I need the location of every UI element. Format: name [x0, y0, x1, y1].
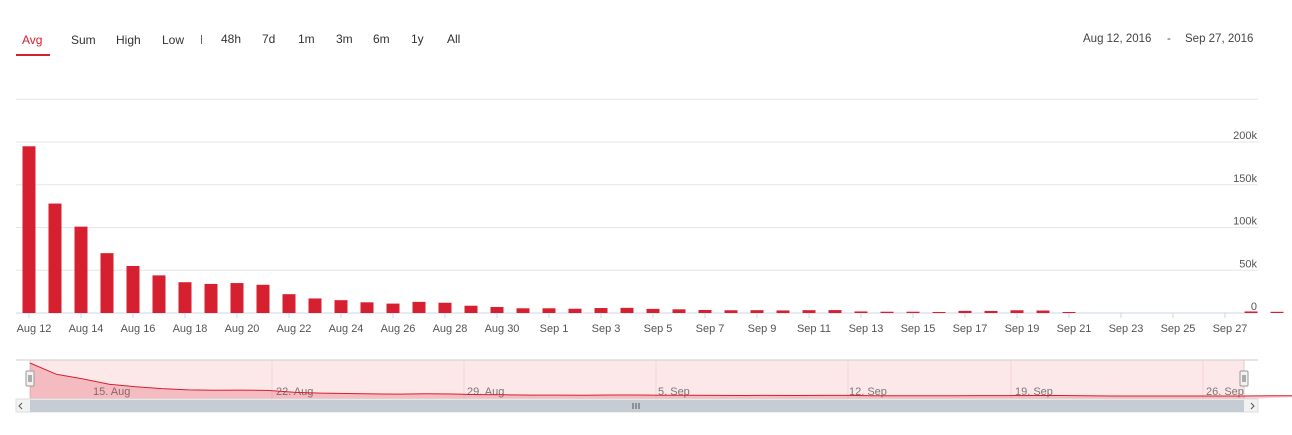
bar — [802, 310, 816, 313]
bar — [360, 302, 374, 313]
x-tick-label: Sep 15 — [901, 323, 936, 335]
y-tick-label: 200k — [1233, 130, 1257, 142]
bar — [724, 310, 738, 313]
bar — [100, 253, 114, 313]
navigator-handle[interactable] — [25, 370, 35, 387]
bar — [22, 146, 36, 313]
x-tick-label: Sep 1 — [540, 323, 569, 335]
y-tick-label: 100k — [1233, 216, 1257, 228]
x-tick-label: Sep 11 — [797, 323, 831, 335]
bar — [672, 309, 686, 313]
x-tick-label: Aug 26 — [381, 323, 416, 335]
x-tick-label: Aug 28 — [433, 323, 468, 335]
bar — [516, 308, 530, 313]
y-axis: 0 50k 100k 150k 200k — [1233, 130, 1257, 313]
x-tick-label: Aug 12 — [17, 323, 52, 335]
y-tick-label: 150k — [1233, 173, 1257, 185]
x-tick-label: Aug 30 — [485, 323, 520, 335]
bar-series — [22, 146, 1284, 313]
navigator: 15. Aug22. Aug29. Aug5. Sep12. Sep19. Se… — [15, 359, 1292, 413]
grid-lines — [16, 98, 1258, 314]
x-tick-label: Aug 16 — [121, 323, 156, 335]
x-tick-label: Aug 24 — [329, 323, 364, 335]
bar — [178, 282, 192, 313]
x-tick-label: Sep 5 — [644, 323, 673, 335]
x-tick-label: Sep 7 — [696, 323, 725, 335]
scrollbar-thumb[interactable] — [30, 400, 1244, 412]
navigator-handle[interactable] — [1239, 370, 1249, 387]
bar — [464, 305, 478, 313]
x-tick-label: Aug 20 — [225, 323, 260, 335]
x-tick-label: Sep 19 — [1005, 323, 1040, 335]
x-axis: Aug 12 Aug 14 Aug 16 Aug 18 Aug 20 Aug 22 Aug … — [17, 313, 1248, 335]
bar — [490, 307, 504, 313]
bar — [308, 298, 322, 313]
bar — [1036, 310, 1050, 313]
bar — [594, 308, 608, 313]
bar — [932, 311, 946, 313]
x-tick-label: Sep 25 — [1161, 323, 1196, 335]
bar — [230, 283, 244, 313]
bar — [438, 302, 452, 313]
bar — [776, 310, 790, 313]
x-tick-label: Sep 21 — [1057, 323, 1092, 335]
bar — [958, 310, 972, 313]
bar — [334, 300, 348, 313]
bar — [854, 311, 868, 313]
bar-chart: Aug 12 Aug 14 Aug 16 Aug 18 Aug 20 Aug 22 Aug … — [15, 98, 1292, 413]
bar — [542, 308, 556, 313]
bar — [880, 311, 894, 313]
bar — [204, 283, 218, 313]
x-tick-label: Aug 14 — [69, 323, 104, 335]
bar — [1062, 311, 1076, 313]
bar — [750, 310, 764, 313]
bar — [698, 310, 712, 313]
bar — [984, 310, 998, 313]
x-tick-label: Sep 17 — [953, 323, 988, 335]
x-tick-label: Sep 13 — [849, 323, 884, 335]
x-tick-label: Sep 3 — [592, 323, 621, 335]
bar — [412, 301, 426, 313]
bar — [1010, 310, 1024, 313]
x-tick-label: Sep 9 — [748, 323, 777, 335]
x-tick-label: Aug 18 — [173, 323, 208, 335]
bar — [646, 308, 660, 313]
bar — [568, 308, 582, 313]
bar — [906, 311, 920, 313]
bar — [126, 265, 140, 313]
bar — [1270, 311, 1284, 313]
y-tick-label: 50k — [1239, 258, 1257, 270]
bar — [386, 303, 400, 313]
bar — [256, 284, 270, 313]
bar — [48, 203, 62, 313]
bar — [152, 275, 166, 313]
bar — [620, 307, 634, 313]
bar — [282, 294, 296, 313]
bar — [828, 310, 842, 313]
y-tick-label: 0 — [1251, 301, 1257, 313]
x-tick-label: Sep 23 — [1109, 323, 1144, 335]
bar — [74, 226, 88, 313]
x-tick-label: Sep 27 — [1213, 323, 1248, 335]
x-tick-label: Aug 22 — [277, 323, 312, 335]
